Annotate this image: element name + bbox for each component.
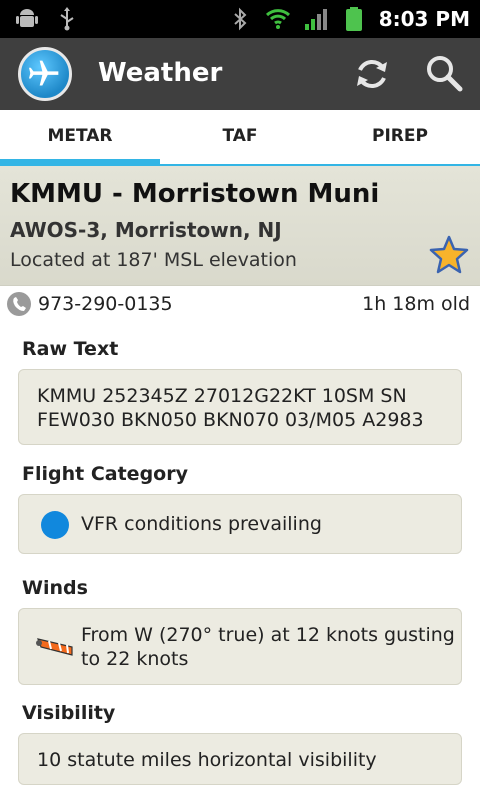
raw-text-line2: FEW030 BKN050 BKN070 03/M05 A2983	[37, 409, 424, 431]
raw-text-label: Raw Text	[22, 338, 119, 360]
tab-metar[interactable]: METAR	[0, 110, 160, 166]
raw-text-box: KMMU 252345Z 27012G22KT 10SM SN FEW030 B…	[18, 369, 462, 445]
visibility-label: Visibility	[22, 702, 116, 724]
report-age: 1h 18m old	[362, 293, 470, 315]
wifi-icon	[265, 9, 290, 29]
raw-text-line1: KMMU 252345Z 27012G22KT 10SM SN	[37, 385, 407, 407]
battery-icon	[345, 7, 362, 31]
visibility-box: 10 statute miles horizontal visibility	[18, 733, 462, 785]
clock: 8:03 PM	[378, 7, 470, 31]
action-bar: Weather	[0, 38, 480, 110]
usb-icon	[60, 7, 74, 31]
signal-icon	[304, 9, 327, 30]
station-name: KMMU - Morristown Muni	[10, 179, 380, 209]
bluetooth-icon	[234, 7, 247, 31]
windsock-icon	[36, 638, 73, 656]
tab-pirep[interactable]: PIREP	[320, 110, 480, 164]
winds-box: From W (270° true) at 12 knots gusting t…	[18, 608, 462, 685]
flight-category-label: Flight Category	[22, 463, 188, 485]
status-bar: 8:03 PM	[0, 0, 480, 38]
contact-row: 973-290-0135 1h 18m old	[0, 286, 480, 322]
airplane-logo-icon[interactable]	[18, 47, 72, 101]
android-debug-icon	[16, 9, 38, 27]
tab-bar: METAR TAF PIREP	[0, 110, 480, 166]
station-header: KMMU - Morristown Muni AWOS-3, Morristow…	[0, 166, 480, 286]
refresh-icon[interactable]	[352, 54, 392, 94]
search-icon[interactable]	[424, 54, 464, 94]
visibility-value: 10 statute miles horizontal visibility	[37, 749, 377, 771]
winds-label: Winds	[22, 577, 88, 599]
winds-line2: to 22 knots	[81, 648, 189, 670]
phone-number[interactable]: 973-290-0135	[38, 293, 173, 315]
winds-line1: From W (270° true) at 12 knots gusting	[81, 624, 455, 646]
flight-category-value: VFR conditions prevailing	[81, 513, 322, 535]
flight-category-box: VFR conditions prevailing	[18, 494, 462, 554]
vfr-status-icon	[41, 511, 69, 539]
star-icon[interactable]	[428, 234, 470, 276]
phone-icon[interactable]	[6, 291, 32, 317]
station-subtitle: AWOS-3, Morristown, NJ	[10, 218, 282, 242]
station-elevation: Located at 187' MSL elevation	[10, 249, 297, 271]
tab-taf[interactable]: TAF	[160, 110, 320, 164]
page-title: Weather	[98, 58, 223, 88]
